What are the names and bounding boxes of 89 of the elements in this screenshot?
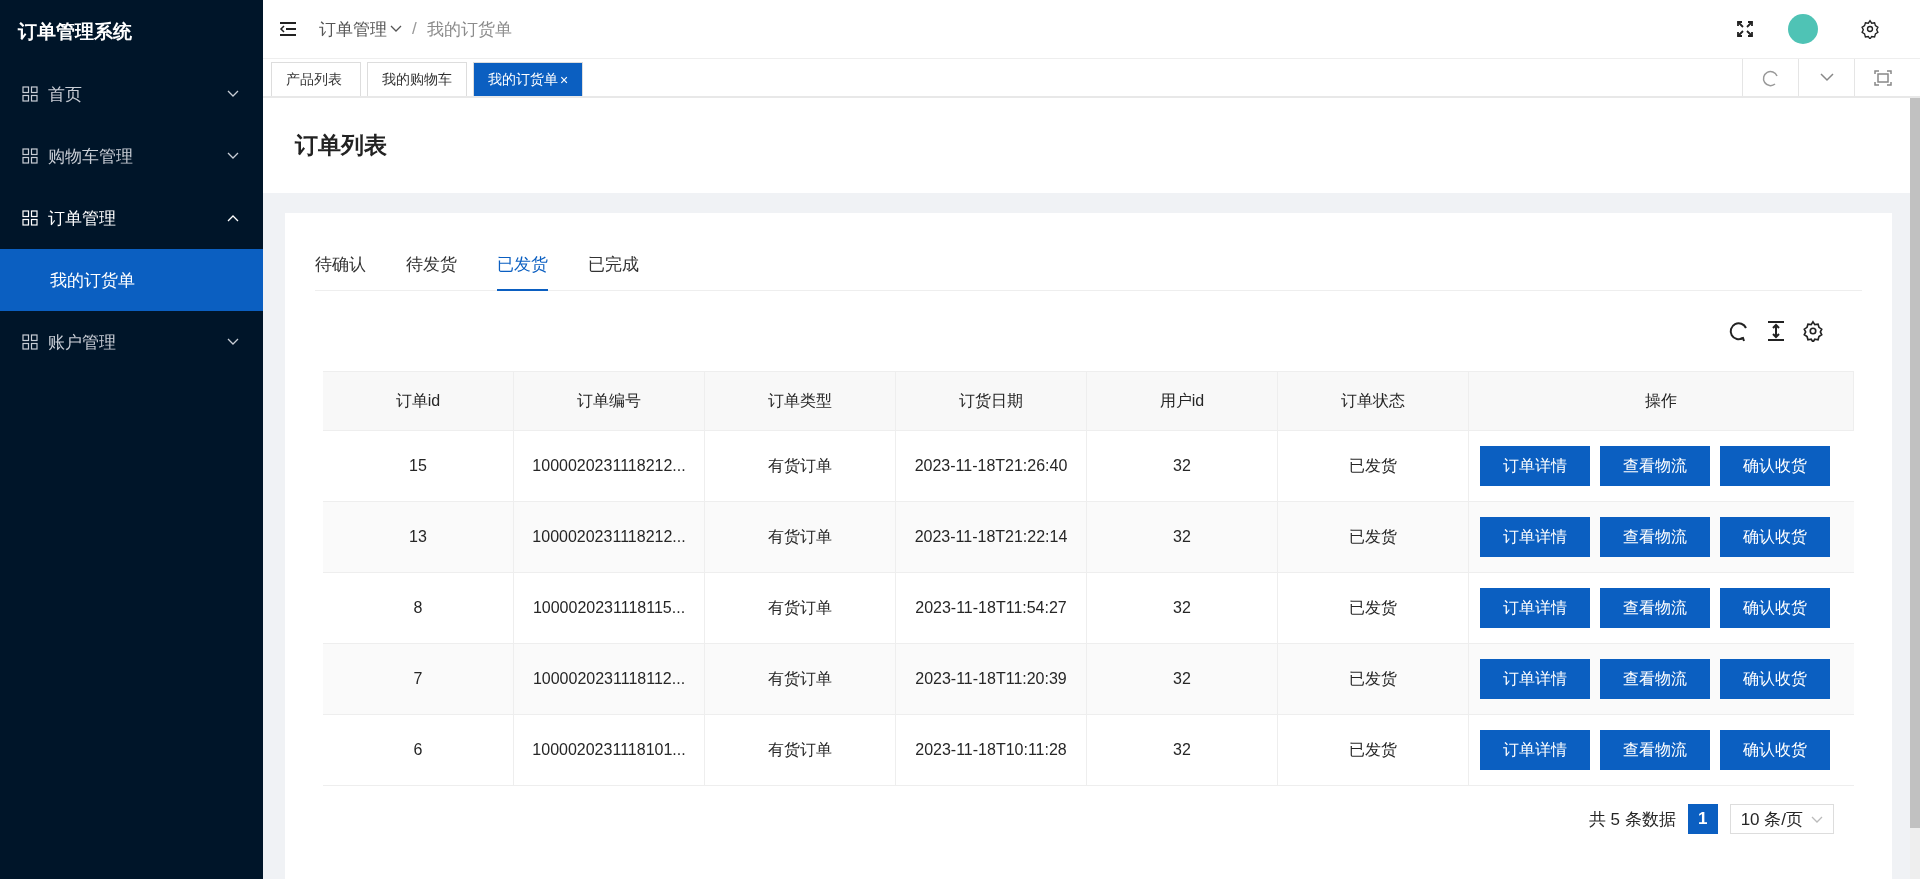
action-button[interactable]: 查看物流 xyxy=(1599,517,1710,557)
grid-icon xyxy=(22,210,38,226)
status-tab[interactable]: 待确认 xyxy=(315,239,366,291)
table-cell: 有货订单 xyxy=(705,715,896,786)
grid-icon xyxy=(22,148,38,164)
grid-icon xyxy=(22,86,38,102)
column-header: 订单id xyxy=(323,372,514,431)
column-header: 订单编号 xyxy=(514,372,705,431)
close-icon[interactable]: × xyxy=(560,71,569,88)
chevron-up-icon xyxy=(227,214,239,222)
chevron-down-icon xyxy=(227,152,239,160)
action-button[interactable]: 查看物流 xyxy=(1599,659,1710,699)
table-cell: 有货订单 xyxy=(705,573,896,644)
action-button[interactable]: 确认收货 xyxy=(1719,517,1830,557)
table-cell: 已发货 xyxy=(1278,573,1469,644)
settings-icon[interactable] xyxy=(1802,320,1824,342)
action-button[interactable]: 订单详情 xyxy=(1479,659,1590,699)
action-button[interactable]: 查看物流 xyxy=(1599,446,1710,486)
status-tab[interactable]: 待发货 xyxy=(406,239,457,291)
table-cell: 2023-11-18T21:26:40 xyxy=(896,431,1087,502)
sidebar-item[interactable]: 订单管理 xyxy=(0,187,263,249)
status-tab[interactable]: 已发货 xyxy=(497,239,548,291)
table-cell: 32 xyxy=(1087,502,1278,573)
table-cell: 32 xyxy=(1087,644,1278,715)
status-tab[interactable]: 已完成 xyxy=(588,239,639,291)
sidebar-subitem[interactable]: 我的订货单 xyxy=(0,249,263,311)
column-header: 用户id xyxy=(1087,372,1278,431)
row-height-icon[interactable] xyxy=(1766,320,1786,342)
action-button[interactable]: 查看物流 xyxy=(1599,730,1710,770)
page-tab[interactable]: 我的购物车 xyxy=(367,62,467,96)
column-header: 订单状态 xyxy=(1278,372,1469,431)
table-cell: 已发货 xyxy=(1278,644,1469,715)
table-cell: 6 xyxy=(323,715,514,786)
action-button[interactable]: 订单详情 xyxy=(1479,588,1590,628)
table-cell: 1000020231118115... xyxy=(514,573,705,644)
table-cell: 已发货 xyxy=(1278,502,1469,573)
table-cell: 2023-11-18T10:11:28 xyxy=(896,715,1087,786)
table-cell: 2023-11-18T11:20:39 xyxy=(896,644,1087,715)
sidebar-item[interactable]: 首页 xyxy=(0,63,263,125)
action-button[interactable]: 订单详情 xyxy=(1479,446,1590,486)
action-button[interactable]: 确认收货 xyxy=(1719,659,1830,699)
sidebar-item[interactable]: 账户管理 xyxy=(0,311,263,373)
table-cell: 2023-11-18T11:54:27 xyxy=(896,573,1087,644)
reload-icon[interactable] xyxy=(1728,320,1750,342)
page-number[interactable]: 1 xyxy=(1687,804,1718,834)
page-title: 订单列表 xyxy=(295,131,387,160)
breadcrumb-separator: / xyxy=(412,19,417,39)
breadcrumb-item[interactable]: 我的订货单 xyxy=(426,17,512,41)
table-cell: 有货订单 xyxy=(705,431,896,502)
table-cell: 32 xyxy=(1087,431,1278,502)
total-count: 共 5 条数据 xyxy=(1588,808,1676,831)
table-cell: 15 xyxy=(323,431,514,502)
table-cell: 已发货 xyxy=(1278,715,1469,786)
table-cell: 32 xyxy=(1087,715,1278,786)
sidebar-item[interactable]: 购物车管理 xyxy=(0,125,263,187)
table-cell: 1000020231118212... xyxy=(514,502,705,573)
column-header: 操作 xyxy=(1469,372,1854,431)
table-cell: 有货订单 xyxy=(705,644,896,715)
settings-icon[interactable] xyxy=(1860,19,1880,39)
column-header: 订单类型 xyxy=(705,372,896,431)
grid-icon xyxy=(22,334,38,350)
scrollbar[interactable] xyxy=(1910,98,1920,879)
table-cell: 2023-11-18T21:22:14 xyxy=(896,502,1087,573)
action-button[interactable]: 确认收货 xyxy=(1719,588,1830,628)
action-button[interactable]: 查看物流 xyxy=(1599,588,1710,628)
column-header: 订货日期 xyxy=(896,372,1087,431)
table-cell: 1000020231118112... xyxy=(514,644,705,715)
table-cell: 1000020231118101... xyxy=(514,715,705,786)
action-button[interactable]: 确认收货 xyxy=(1719,446,1830,486)
chevron-down-icon xyxy=(227,90,239,98)
table-cell: 13 xyxy=(323,502,514,573)
fullscreen-icon[interactable] xyxy=(1736,20,1754,38)
page-size-select[interactable]: 10 条/页 xyxy=(1729,804,1834,834)
chevron-down-icon xyxy=(227,338,239,346)
breadcrumb-item[interactable]: 订单管理 xyxy=(319,17,402,41)
action-button[interactable]: 确认收货 xyxy=(1719,730,1830,770)
action-button[interactable]: 订单详情 xyxy=(1479,517,1590,557)
table-cell: 有货订单 xyxy=(705,502,896,573)
table-cell: 已发货 xyxy=(1278,431,1469,502)
table-cell: 1000020231118212... xyxy=(514,431,705,502)
app-title: 订单管理系统 xyxy=(16,19,133,44)
menu-fold-icon[interactable] xyxy=(279,21,297,37)
table-cell: 8 xyxy=(323,573,514,644)
page-tab[interactable]: 我的订货单× xyxy=(473,62,584,96)
table-cell: 32 xyxy=(1087,573,1278,644)
table-cell: 7 xyxy=(323,644,514,715)
chevron-down-icon xyxy=(1811,816,1823,824)
page-tab[interactable]: 产品列表 xyxy=(271,62,361,96)
action-button[interactable]: 订单详情 xyxy=(1479,730,1590,770)
